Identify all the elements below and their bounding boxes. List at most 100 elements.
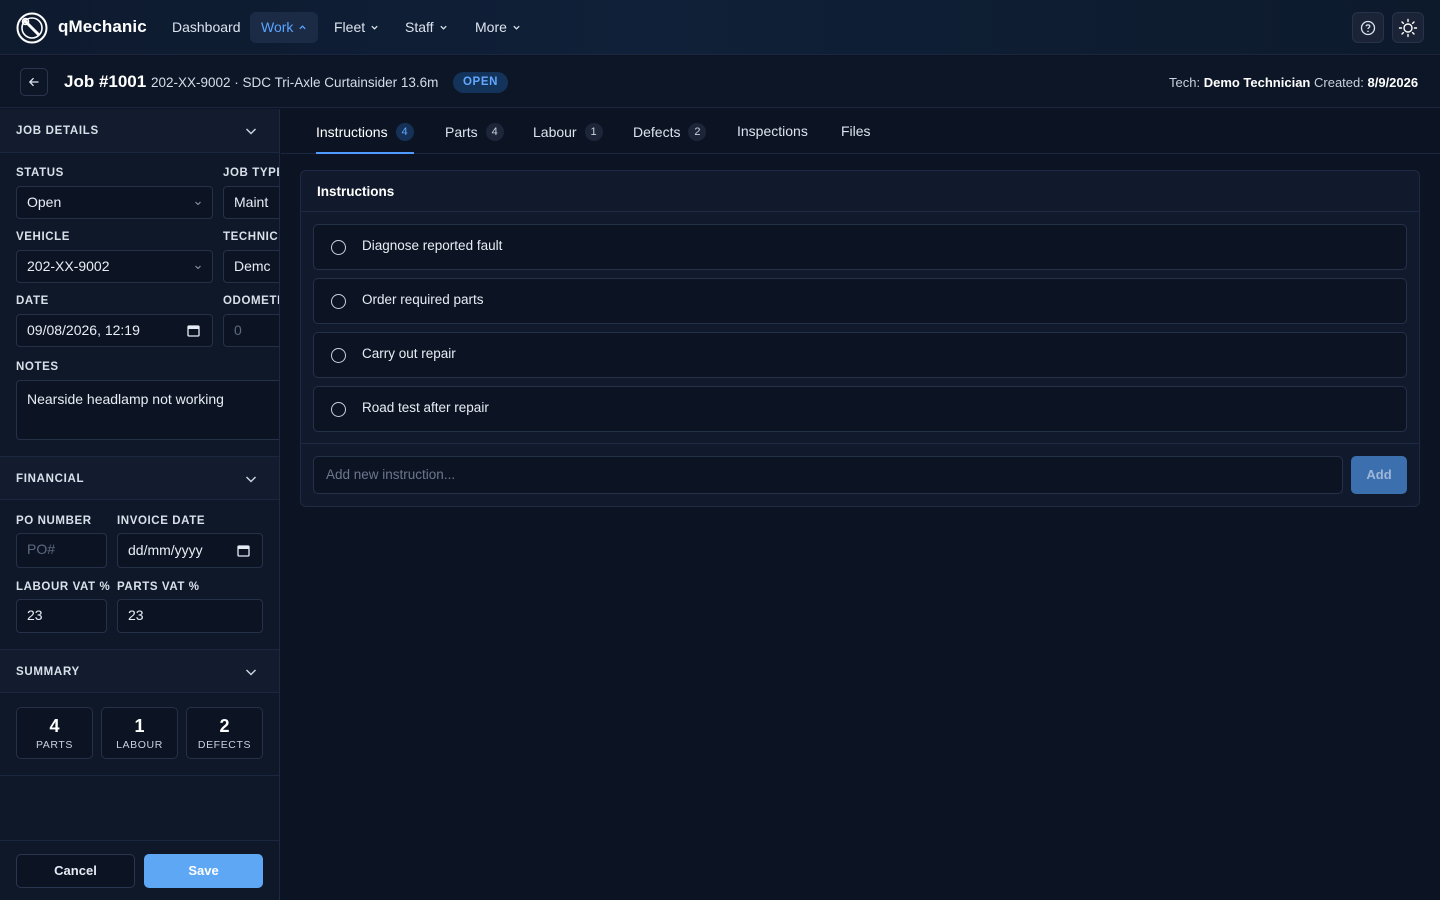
created-label: Created: bbox=[1314, 75, 1364, 90]
calendar-icon[interactable] bbox=[237, 544, 250, 557]
brand-logo-icon[interactable] bbox=[16, 12, 48, 44]
notes-textarea[interactable]: Nearside headlamp not working bbox=[16, 380, 279, 440]
save-button[interactable]: Save bbox=[144, 854, 263, 888]
nav-dashboard[interactable]: Dashboard bbox=[161, 12, 252, 43]
technician-meta: Tech: Demo Technician bbox=[1169, 75, 1310, 90]
calendar-icon[interactable] bbox=[187, 324, 200, 337]
nav-more-label: More bbox=[475, 19, 507, 35]
tab-inspections-label: Inspections bbox=[737, 123, 808, 139]
nav-work-label: Work bbox=[261, 19, 294, 35]
job-subtitle: 202-XX-9002 · SDC Tri-Axle Curtainsider … bbox=[151, 75, 439, 90]
tab-parts-count: 4 bbox=[485, 123, 504, 141]
po-number-label: PO NUMBER bbox=[16, 515, 92, 527]
tech-value: Demo Technician bbox=[1203, 75, 1311, 90]
sidebar-footer: Cancel Save bbox=[0, 840, 279, 900]
help-button[interactable] bbox=[1352, 12, 1384, 43]
instruction-checkbox[interactable] bbox=[331, 402, 346, 417]
nav-staff[interactable]: Staff bbox=[394, 12, 459, 43]
tab-labour-label: Labour bbox=[533, 124, 577, 140]
tab-parts-label: Parts bbox=[445, 124, 478, 140]
created-value: 8/9/2026 bbox=[1367, 75, 1419, 90]
tab-inspections[interactable]: Inspections bbox=[737, 123, 808, 139]
tech-label: Tech: bbox=[1169, 75, 1201, 90]
sun-icon bbox=[1398, 18, 1418, 37]
job-details-header[interactable]: JOB DETAILS bbox=[0, 109, 279, 153]
labour-vat-value: 23 bbox=[27, 607, 43, 623]
back-button[interactable] bbox=[20, 68, 48, 96]
tab-labour[interactable]: Labour 1 bbox=[533, 123, 603, 141]
nav-fleet[interactable]: Fleet bbox=[323, 12, 390, 43]
brand-name[interactable]: qMechanic bbox=[58, 17, 147, 37]
chevron-down-icon bbox=[195, 265, 201, 270]
invoice-date-input[interactable]: dd/mm/yyyy bbox=[117, 533, 263, 568]
new-instruction-input[interactable]: Add new instruction... bbox=[313, 456, 1343, 494]
instruction-item[interactable]: Carry out repair bbox=[313, 332, 1407, 378]
summary-card-defects: 2 DEFECTS bbox=[186, 707, 263, 759]
date-input-value: 09/08/2026, 12:19 bbox=[27, 322, 140, 338]
odometer-input[interactable]: 0 bbox=[223, 314, 279, 347]
instruction-text: Road test after repair bbox=[362, 400, 489, 415]
job-type-select-value: Maint bbox=[234, 194, 269, 210]
nav-more[interactable]: More bbox=[464, 12, 532, 43]
divider bbox=[301, 443, 1419, 444]
chevron-down-icon bbox=[245, 128, 257, 135]
summary-card-parts: 4 PARTS bbox=[16, 707, 93, 759]
nav-staff-label: Staff bbox=[405, 19, 434, 35]
job-tabs: Instructions 4 Parts 4 Labour 1 Defects … bbox=[281, 109, 1440, 154]
technician-select-value: Demc bbox=[234, 258, 271, 274]
new-instruction-placeholder: Add new instruction... bbox=[326, 467, 456, 482]
theme-toggle-button[interactable] bbox=[1392, 12, 1424, 43]
cancel-button[interactable]: Cancel bbox=[16, 854, 135, 888]
instruction-checkbox[interactable] bbox=[331, 294, 346, 309]
technician-label: TECHNICI bbox=[223, 231, 280, 243]
chevron-down-icon bbox=[195, 201, 201, 206]
notes-value: Nearside headlamp not working bbox=[27, 391, 224, 407]
tab-parts[interactable]: Parts 4 bbox=[445, 123, 504, 141]
summary-heading: SUMMARY bbox=[16, 666, 80, 678]
financial-header[interactable]: FINANCIAL bbox=[0, 456, 279, 500]
labour-vat-input[interactable]: 23 bbox=[16, 599, 107, 633]
odometer-placeholder: 0 bbox=[234, 322, 242, 338]
instruction-text: Order required parts bbox=[362, 292, 484, 307]
status-select[interactable]: Open bbox=[16, 186, 213, 219]
help-icon bbox=[1360, 20, 1376, 35]
parts-vat-input[interactable]: 23 bbox=[117, 599, 263, 633]
summary-defects-label: DEFECTS bbox=[197, 739, 252, 751]
instruction-item[interactable]: Road test after repair bbox=[313, 386, 1407, 432]
divider bbox=[0, 775, 279, 776]
instructions-heading: Instructions bbox=[317, 184, 395, 199]
po-number-input[interactable]: PO# bbox=[16, 533, 107, 568]
job-type-label: JOB TYPE bbox=[223, 167, 280, 179]
summary-labour-count: 1 bbox=[134, 716, 145, 736]
arrow-left-icon bbox=[28, 77, 39, 87]
labour-vat-label: LABOUR VAT % bbox=[16, 581, 111, 593]
date-label: DATE bbox=[16, 295, 49, 307]
tab-files[interactable]: Files bbox=[841, 123, 871, 139]
instruction-item[interactable]: Diagnose reported fault bbox=[313, 224, 1407, 270]
technician-select[interactable]: Demc bbox=[223, 250, 279, 283]
chevron-down-icon bbox=[245, 669, 257, 676]
summary-header[interactable]: SUMMARY bbox=[0, 649, 279, 693]
vehicle-select-value: 202-XX-9002 bbox=[27, 258, 110, 274]
instruction-checkbox[interactable] bbox=[331, 348, 346, 363]
nav-work[interactable]: Work bbox=[250, 12, 319, 43]
parts-vat-value: 23 bbox=[128, 607, 144, 623]
created-meta: Created: 8/9/2026 bbox=[1314, 75, 1418, 90]
nav-fleet-label: Fleet bbox=[334, 19, 366, 35]
parts-vat-label: PARTS VAT % bbox=[117, 581, 200, 593]
tab-instructions[interactable]: Instructions 4 bbox=[316, 123, 414, 141]
job-details-heading: JOB DETAILS bbox=[16, 125, 99, 137]
notes-label: NOTES bbox=[16, 361, 59, 373]
summary-defects-count: 2 bbox=[219, 716, 230, 736]
vehicle-select[interactable]: 202-XX-9002 bbox=[16, 250, 213, 283]
tab-instructions-label: Instructions bbox=[316, 124, 388, 140]
job-type-select[interactable]: Maint bbox=[223, 186, 279, 219]
instruction-checkbox[interactable] bbox=[331, 240, 346, 255]
instruction-item[interactable]: Order required parts bbox=[313, 278, 1407, 324]
tab-defects[interactable]: Defects 2 bbox=[633, 123, 707, 141]
invoice-date-label: INVOICE DATE bbox=[117, 515, 206, 527]
add-instruction-button[interactable]: Add bbox=[1351, 456, 1407, 494]
date-input[interactable]: 09/08/2026, 12:19 bbox=[16, 314, 213, 347]
po-number-placeholder: PO# bbox=[27, 541, 56, 557]
chevron-down-icon bbox=[371, 25, 378, 30]
